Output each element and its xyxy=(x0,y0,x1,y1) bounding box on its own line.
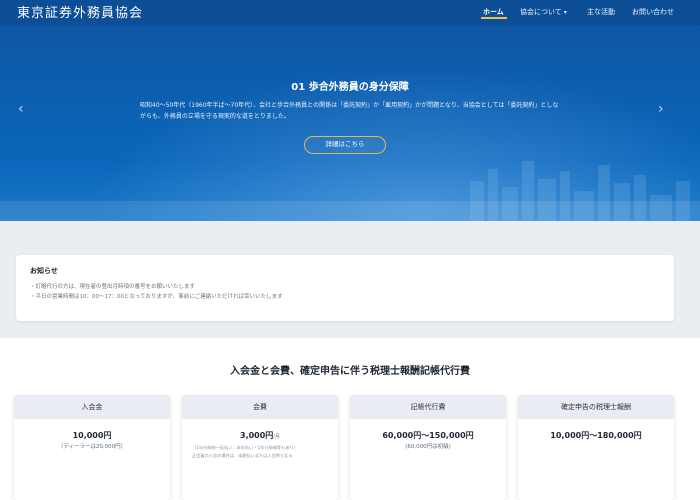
fee-card-entrance: 入会金 10,000円 （ディーラーは20,000円） xyxy=(14,395,170,500)
fee-card-price: 3,000円/月 xyxy=(182,430,338,441)
fee-card-tax-accountant: 確定申告の税理士報酬 10,000円〜180,000円 xyxy=(518,395,674,500)
fee-card-price: 10,000円〜180,000円 xyxy=(550,431,642,440)
nav-item-about-label: 協会について xyxy=(520,8,562,16)
nav-item-about[interactable]: 協会について ▾ xyxy=(520,7,567,17)
notice-item: ・訂略代行の方は、現在者の登出月時頃の番号をお願いいたします xyxy=(30,284,196,290)
hero-slider: ‹ › 01 歩合外務員の身分保障 昭和40〜50年代（1960年半ば〜70年代… xyxy=(0,25,700,221)
notice-card: お知らせ ・訂略代行の方は、現在者の登出月時頃の番号をお願いいたします ・平日の… xyxy=(16,255,674,321)
fee-card-title: 入会金 xyxy=(14,395,170,419)
nav-item-contact[interactable]: お問い合わせ xyxy=(632,7,674,17)
main-menu: ホーム 協会について ▾ 主な活動 お問い合わせ xyxy=(0,0,700,25)
details-button[interactable]: 詳細はこちら xyxy=(304,136,386,154)
fee-card-price: 60,000円〜150,000円 xyxy=(382,431,474,440)
fee-card-title: 記帳代行費 xyxy=(350,395,506,419)
hero-description: 昭和40〜50年代（1960年半ば〜70年代）、会社と歩合外務員との関係は「委託… xyxy=(140,102,559,120)
active-nav-indicator xyxy=(481,17,507,19)
fee-card-membership: 会費 3,000円/月 （1年分前納一括払い、半年払い・1年分前納等もあり） 正… xyxy=(182,395,338,500)
city-skyline-background xyxy=(0,161,700,221)
fee-card-price: 10,000円 xyxy=(72,431,112,440)
fee-card-small-print: （1年分前納一括払い、半年払い・1年分前納等もあり） 正会員の入会の場合は、半期… xyxy=(192,444,332,460)
fee-card-title: 確定申告の税理士報酬 xyxy=(518,395,674,419)
chevron-left-icon[interactable]: ‹ xyxy=(18,101,24,117)
fee-card-price-value: 3,000円 xyxy=(240,431,274,440)
fee-card-note: (60,000円は初級) xyxy=(405,444,451,450)
fee-card-small-line: 正会員の入会の場合は、半期払いまたは入会時となる xyxy=(192,453,293,458)
notice-title: お知らせ xyxy=(30,267,58,275)
fee-card-title: 会費 xyxy=(182,395,338,419)
fee-card-price-unit: /月 xyxy=(273,434,280,440)
fee-card-bookkeeping: 記帳代行費 60,000円〜150,000円 (60,000円は初級) xyxy=(350,395,506,500)
fees-section: 入会金と会費、確定申告に伴う税理士報酬記帳代行費 入会金 10,000円 （ディ… xyxy=(0,338,700,500)
notice-item: ・平日の営業時間は10：00〜17：00となっておりますが、事前にご連絡いただけ… xyxy=(30,294,283,300)
notice-section: お知らせ ・訂略代行の方は、現在者の登出月時頃の番号をお願いいたします ・平日の… xyxy=(0,221,700,338)
chevron-right-icon[interactable]: › xyxy=(658,101,664,117)
fees-heading: 入会金と会費、確定申告に伴う税理士報酬記帳代行費 xyxy=(230,366,470,377)
nav-item-activities[interactable]: 主な活動 xyxy=(587,7,615,17)
hero-title: 01 歩合外務員の身分保障 xyxy=(291,82,409,93)
notice-list: ・訂略代行の方は、現在者の登出月時頃の番号をお願いいたします ・平日の営業時間は… xyxy=(30,282,283,302)
top-navigation: 東京証券外務員協会 ホーム 協会について ▾ 主な活動 お問い合わせ xyxy=(0,0,700,25)
fee-card-note: （ディーラーは20,000円） xyxy=(57,444,127,450)
chevron-down-icon: ▾ xyxy=(563,9,567,16)
fee-card-small-line: （1年分前納一括払い、半年払い・1年分前納等もあり） xyxy=(192,445,298,450)
nav-item-home[interactable]: ホーム xyxy=(483,7,504,17)
